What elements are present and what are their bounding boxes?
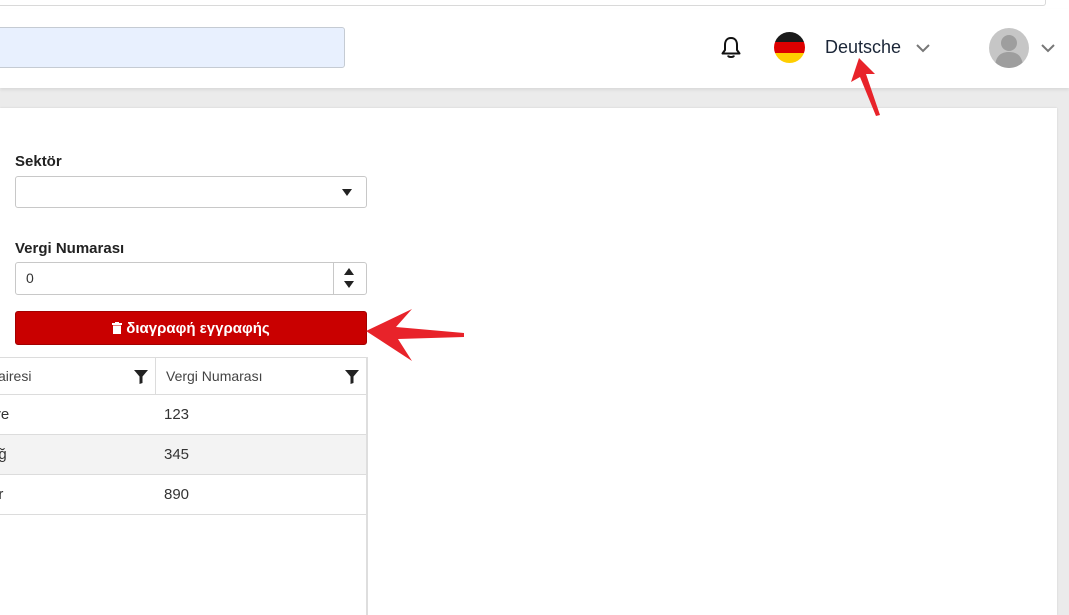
tax-number-input[interactable]: 0: [15, 262, 367, 295]
number-spinner[interactable]: [333, 263, 366, 294]
cell-tax-office: ağ: [0, 446, 7, 463]
chevron-down-icon[interactable]: [1041, 43, 1055, 53]
cell-tax-number: 123: [164, 406, 190, 423]
search-input[interactable]: [0, 27, 345, 68]
column-divider: [155, 358, 156, 395]
annotation-arrow-up: [851, 58, 880, 116]
annotation-arrow-left: [366, 309, 464, 361]
cell-tax-number: 345: [164, 446, 190, 463]
filter-icon[interactable]: [134, 370, 148, 384]
filter-icon[interactable]: [345, 370, 359, 384]
table-row[interactable]: ağ 345: [0, 435, 366, 475]
table-row[interactable]: iye 123: [0, 395, 366, 435]
tax-number-label: Vergi Numarası: [15, 240, 125, 257]
top-header: Deutsche: [0, 9, 1069, 88]
user-silhouette-icon: [995, 35, 1023, 68]
sector-select[interactable]: [15, 176, 367, 208]
content-panel: Sektör Vergi Numarası 0 διαγραφή εγγραφή…: [0, 108, 1057, 615]
delete-button-label: διαγραφή εγγραφής: [126, 319, 270, 337]
cell-tax-office: ar: [0, 486, 4, 503]
delete-record-button[interactable]: διαγραφή εγγραφής: [15, 311, 367, 345]
dropdown-caret-icon: [342, 189, 352, 196]
spin-down-icon[interactable]: [344, 281, 354, 288]
tax-number-value: 0: [26, 270, 34, 286]
cell-tax-number: 890: [164, 486, 190, 503]
chevron-down-icon[interactable]: [916, 43, 930, 53]
notification-bell-icon[interactable]: [720, 36, 742, 60]
trash-icon: [112, 322, 123, 334]
language-selector[interactable]: Deutsche: [825, 37, 901, 58]
cell-tax-office: iye: [0, 406, 10, 423]
user-avatar[interactable]: [989, 28, 1029, 68]
spin-up-icon[interactable]: [344, 268, 354, 275]
data-grid: airesi Vergi Numarası iye 123 ağ 345 ar …: [0, 357, 368, 615]
grid-header: airesi Vergi Numarası: [0, 357, 366, 395]
column-header-tax-office[interactable]: airesi: [0, 358, 31, 395]
column-header-tax-number[interactable]: Vergi Numarası: [166, 358, 262, 395]
browser-top-strip: [0, 0, 1069, 9]
german-flag-icon[interactable]: [774, 32, 805, 63]
sector-label: Sektör: [15, 153, 62, 170]
table-row[interactable]: ar 890: [0, 475, 366, 515]
